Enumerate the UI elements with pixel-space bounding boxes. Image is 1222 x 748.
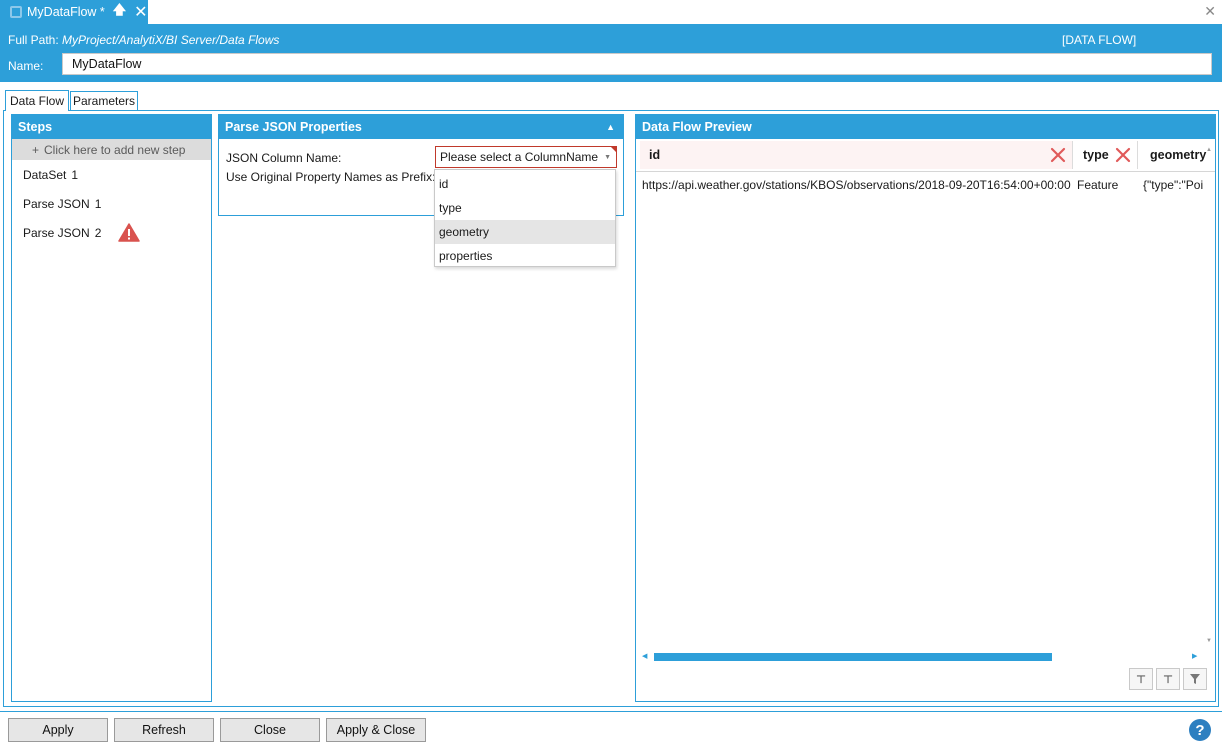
- json-column-select[interactable]: Please select a ColumnName ▼: [435, 146, 617, 168]
- column-header-label: geometry: [1150, 148, 1207, 162]
- step-item-dataset[interactable]: DataSet 1: [12, 160, 211, 189]
- prefix-label: Use Original Property Names as Prefix:: [226, 170, 436, 184]
- tab-parameters[interactable]: Parameters: [70, 91, 138, 110]
- header-band: Full Path: MyProject/AnalytiX/BI Server/…: [0, 24, 1222, 82]
- close-tab-icon[interactable]: ✕: [134, 2, 147, 22]
- column-header-geometry[interactable]: geometry: [1139, 141, 1209, 169]
- document-tab-title: MyDataFlow *: [27, 5, 105, 19]
- dropdown-option-geometry[interactable]: geometry: [435, 220, 615, 244]
- add-step-button[interactable]: + Click here to add new step: [12, 139, 211, 160]
- dataflow-icon: [10, 6, 22, 18]
- remove-columns-button[interactable]: ⊤: [1156, 668, 1180, 690]
- scroll-left-arrow[interactable]: ◀: [642, 652, 647, 660]
- pin-icon[interactable]: 🡅: [113, 1, 126, 23]
- dropdown-option-type[interactable]: type: [435, 196, 615, 220]
- column-header-label: id: [649, 148, 661, 162]
- tab-data-flow[interactable]: Data Flow: [5, 90, 69, 111]
- warning-icon: [118, 223, 141, 242]
- step-label: DataSet: [23, 167, 67, 182]
- step-item-parse-json-2[interactable]: Parse JSON 2: [12, 218, 211, 247]
- steps-panel: Steps + Click here to add new step DataS…: [11, 114, 212, 702]
- filter-button[interactable]: [1183, 668, 1207, 690]
- table-cell-id: https://api.weather.gov/stations/KBOS/ob…: [642, 178, 1071, 192]
- step-label: Parse JSON: [23, 196, 90, 211]
- select-value: Please select a ColumnName: [440, 150, 599, 164]
- column-dropdown-list: id type geometry properties: [434, 169, 616, 267]
- help-icon[interactable]: ?: [1189, 719, 1211, 741]
- object-type-tag: [DATA FLOW]: [1062, 33, 1137, 47]
- dropdown-option-properties[interactable]: properties: [435, 244, 615, 268]
- remove-column-icon[interactable]: [1050, 147, 1066, 163]
- horizontal-scrollbar-thumb[interactable]: [654, 653, 1052, 661]
- table-cell-type: Feature: [1077, 178, 1119, 192]
- document-tab[interactable]: MyDataFlow * 🡅 ✕: [0, 0, 148, 24]
- apply-and-close-button[interactable]: Apply & Close: [326, 718, 426, 742]
- full-path-value: MyProject/AnalytiX/BI Server/Data Flows: [62, 33, 280, 47]
- scroll-right-arrow[interactable]: ▶: [1192, 652, 1197, 660]
- refresh-button[interactable]: Refresh: [114, 718, 214, 742]
- error-marker: [611, 147, 616, 152]
- step-number: 1: [94, 196, 102, 211]
- close-window-icon[interactable]: ✕: [1204, 3, 1216, 20]
- remove-column-icon[interactable]: [1115, 147, 1131, 163]
- full-path-label: Full Path:: [8, 33, 59, 47]
- close-button[interactable]: Close: [220, 718, 320, 742]
- scroll-down-arrow[interactable]: ▼: [1206, 638, 1212, 644]
- json-column-label: JSON Column Name:: [226, 151, 342, 165]
- step-item-parse-json-1[interactable]: Parse JSON 1: [12, 189, 211, 218]
- properties-title: Parse JSON Properties: [225, 120, 362, 134]
- apply-button[interactable]: Apply: [8, 718, 108, 742]
- dropdown-option-id[interactable]: id: [435, 172, 615, 196]
- column-header-label: type: [1083, 148, 1109, 162]
- preview-title: Data Flow Preview: [636, 115, 1215, 139]
- step-number: 1: [71, 167, 79, 182]
- column-remove-icon: ⊤: [1162, 673, 1174, 686]
- column-add-icon: ⊤: [1135, 673, 1147, 686]
- name-label: Name:: [8, 59, 44, 73]
- add-step-label: Click here to add new step: [44, 142, 186, 157]
- add-column-button[interactable]: ⊤: [1129, 668, 1153, 690]
- chevron-down-icon: ▼: [604, 153, 611, 161]
- step-label: Parse JSON: [23, 225, 90, 240]
- plus-icon: +: [32, 142, 40, 157]
- scroll-up-arrow[interactable]: ▲: [1206, 147, 1212, 153]
- footer-divider: [0, 711, 1222, 712]
- column-header-id[interactable]: id: [640, 141, 1073, 169]
- name-field[interactable]: MyDataFlow: [62, 53, 1212, 75]
- grid-header: id type geometry: [636, 139, 1215, 172]
- table-cell-geometry: {"type":"Poi: [1143, 178, 1204, 192]
- properties-header: Parse JSON Properties ▲: [219, 115, 623, 139]
- filter-icon: [1190, 674, 1200, 684]
- step-number: 2: [94, 225, 102, 240]
- steps-title: Steps: [12, 115, 211, 139]
- collapse-icon[interactable]: ▲: [606, 122, 615, 132]
- column-header-type[interactable]: type: [1074, 141, 1138, 169]
- data-flow-preview-panel: Data Flow Preview id type geometry https…: [635, 114, 1216, 702]
